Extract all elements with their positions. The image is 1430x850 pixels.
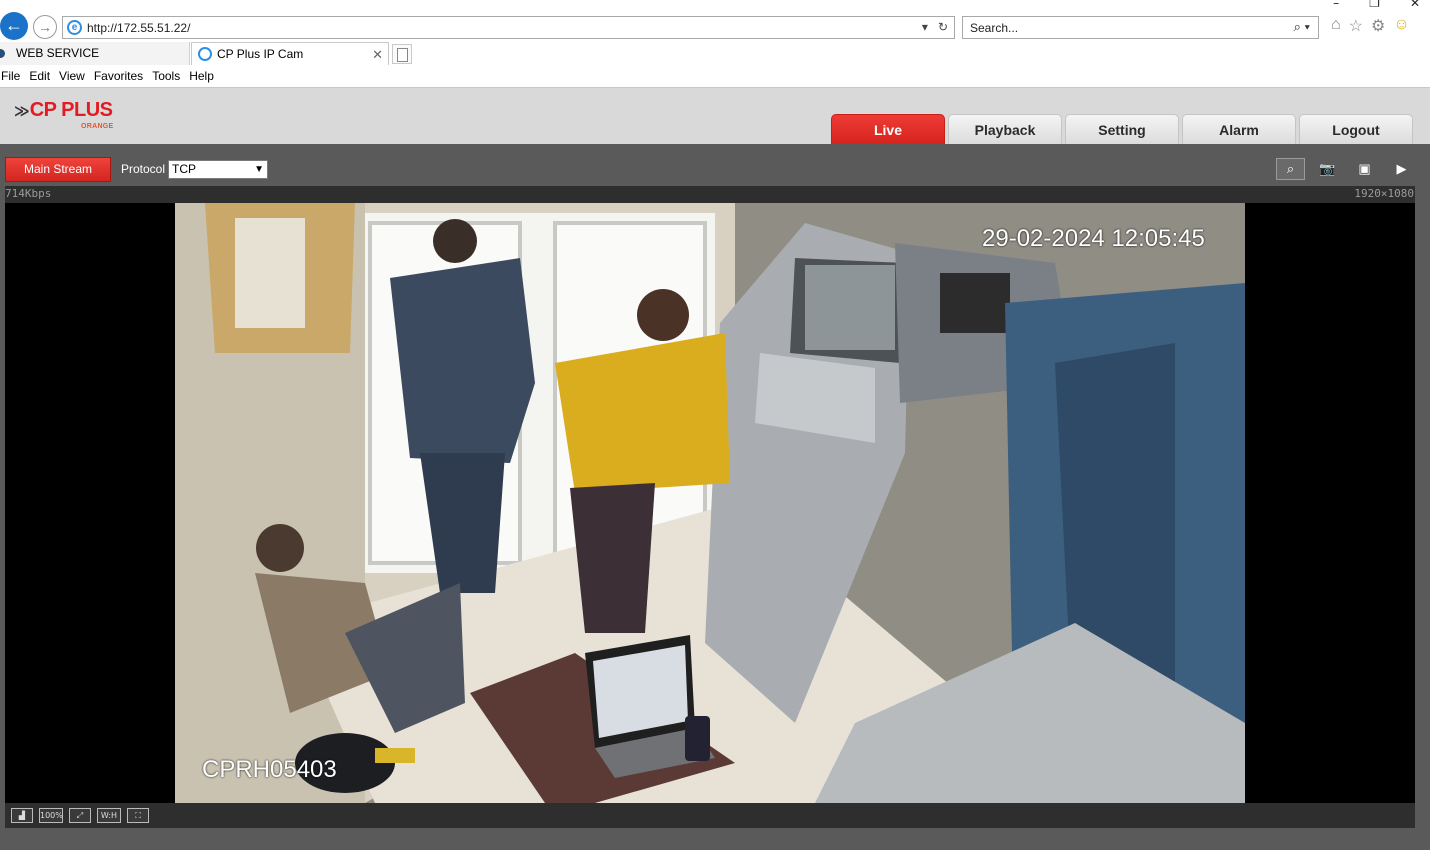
stream-info-bar [5,186,1415,203]
live-view: Main Stream Protocol TCP ▼ ⌕ 📷 ▣ ▶ 714Kb… [0,144,1430,850]
record-video-icon[interactable]: ▶ [1387,158,1416,180]
feedback-smiley-icon[interactable]: ☺ [1393,16,1409,36]
protocol-label: Protocol [121,162,166,176]
back-button[interactable]: ← [0,12,28,40]
home-icon[interactable]: ⌂ [1331,16,1341,36]
original-size-icon[interactable]: ▟ [11,808,33,823]
menu-help[interactable]: Help [188,67,222,87]
menu-bar: File Edit View Favorites Tools Help [0,67,222,87]
close-window-icon[interactable]: ✕ [1410,0,1420,10]
zoom-100-button[interactable]: 100% [39,808,63,823]
minimize-icon[interactable]: – [1333,0,1339,10]
search-input[interactable]: Search... [970,21,1018,35]
menu-file[interactable]: File [0,67,28,87]
tab-label: WEB SERVICE [16,46,100,60]
zoom-search-icon[interactable]: ⌕ [1276,158,1305,180]
close-tab-icon[interactable]: ✕ [372,43,383,66]
browser-chrome: – ❐ ✕ ← → e http://172.55.51.22/ ▾ ↻ Sea… [0,0,1430,88]
aspect-ratio-button[interactable]: W:H [97,808,121,823]
logo-mark-icon: ≫ [14,102,30,120]
cp-plus-logo: ≫CP PLUS ORANGE [14,99,113,130]
video-timestamp: 29-02-2024 12:05:45 [982,225,1205,252]
resolution-readout: 1920×1080 [1354,187,1414,200]
cctv-scene-image [175,203,1245,803]
gear-icon[interactable]: ⚙ [1371,16,1385,36]
nav-logout[interactable]: Logout [1299,114,1413,144]
nav-setting[interactable]: Setting [1065,114,1179,144]
bitrate-readout: 714Kbps [5,187,52,200]
nav-alarm[interactable]: Alarm [1182,114,1296,144]
dropdown-icon[interactable]: ▾ [922,20,928,34]
address-url[interactable]: http://172.55.51.22/ [87,21,190,35]
forward-button[interactable]: → [33,15,57,39]
camera-video-feed[interactable]: 29-02-2024 12:05:45 CPRH05403 [175,203,1245,803]
main-nav: Live Playback Setting Alarm Logout [831,114,1413,144]
protocol-select[interactable]: TCP ▼ [168,160,268,179]
fit-window-icon[interactable]: ⤢ [69,808,91,823]
snapshot-camera-icon[interactable]: 📷 [1313,158,1342,180]
address-bar[interactable]: e http://172.55.51.22/ ▾ ↻ [62,16,955,39]
nav-live[interactable]: Live [831,114,945,144]
nav-playback[interactable]: Playback [948,114,1062,144]
ie-tab-icon [198,47,212,61]
menu-view[interactable]: View [58,67,93,87]
search-box[interactable]: Search... ⌕ ▾ [962,16,1319,39]
camera-name-overlay: CPRH05403 [202,756,337,783]
app-header: ≫CP PLUS ORANGE Live Playback Setting Al… [0,88,1430,144]
restore-icon[interactable]: ❐ [1369,0,1380,10]
refresh-icon[interactable]: ↻ [938,20,948,34]
chevron-down-icon: ▼ [254,164,264,175]
menu-tools[interactable]: Tools [151,67,188,87]
new-tab-button[interactable] [392,44,412,64]
live-toolbar: Main Stream Protocol TCP ▼ ⌕ 📷 ▣ ▶ [0,144,1430,186]
fullscreen-icon[interactable]: ⛶ [127,808,149,823]
capture-tools: ⌕ 📷 ▣ ▶ [1276,158,1416,180]
window-controls: – ❐ ✕ [1333,0,1420,10]
protocol-value: TCP [172,162,196,176]
video-controls-bar: ▟ 100% ⤢ W:H ⛶ [5,803,1415,828]
ie-page-icon: e [67,20,82,35]
logo-text: CP PLUS [29,99,113,121]
menu-edit[interactable]: Edit [28,67,58,87]
menu-favorites[interactable]: Favorites [93,67,151,87]
tab-web-service[interactable]: WEB SERVICE [0,42,190,65]
tab-strip: WEB SERVICE CP Plus IP Cam ✕ [0,42,1430,65]
tab-label: CP Plus IP Cam [217,47,304,61]
tab-favicon [0,49,5,58]
favorites-star-icon[interactable]: ☆ [1349,16,1363,36]
main-stream-button[interactable]: Main Stream [5,157,111,182]
address-tools: ▾ ↻ [922,20,948,34]
tab-cp-plus-ip-cam[interactable]: CP Plus IP Cam ✕ [191,42,389,65]
triple-snapshot-icon[interactable]: ▣ [1350,158,1379,180]
logo-subtext: ORANGE [81,123,114,130]
browser-toolbar-icons: ⌂ ☆ ⚙ ☺ [1331,16,1410,36]
search-icon[interactable]: ⌕ ▾ [1294,19,1310,35]
